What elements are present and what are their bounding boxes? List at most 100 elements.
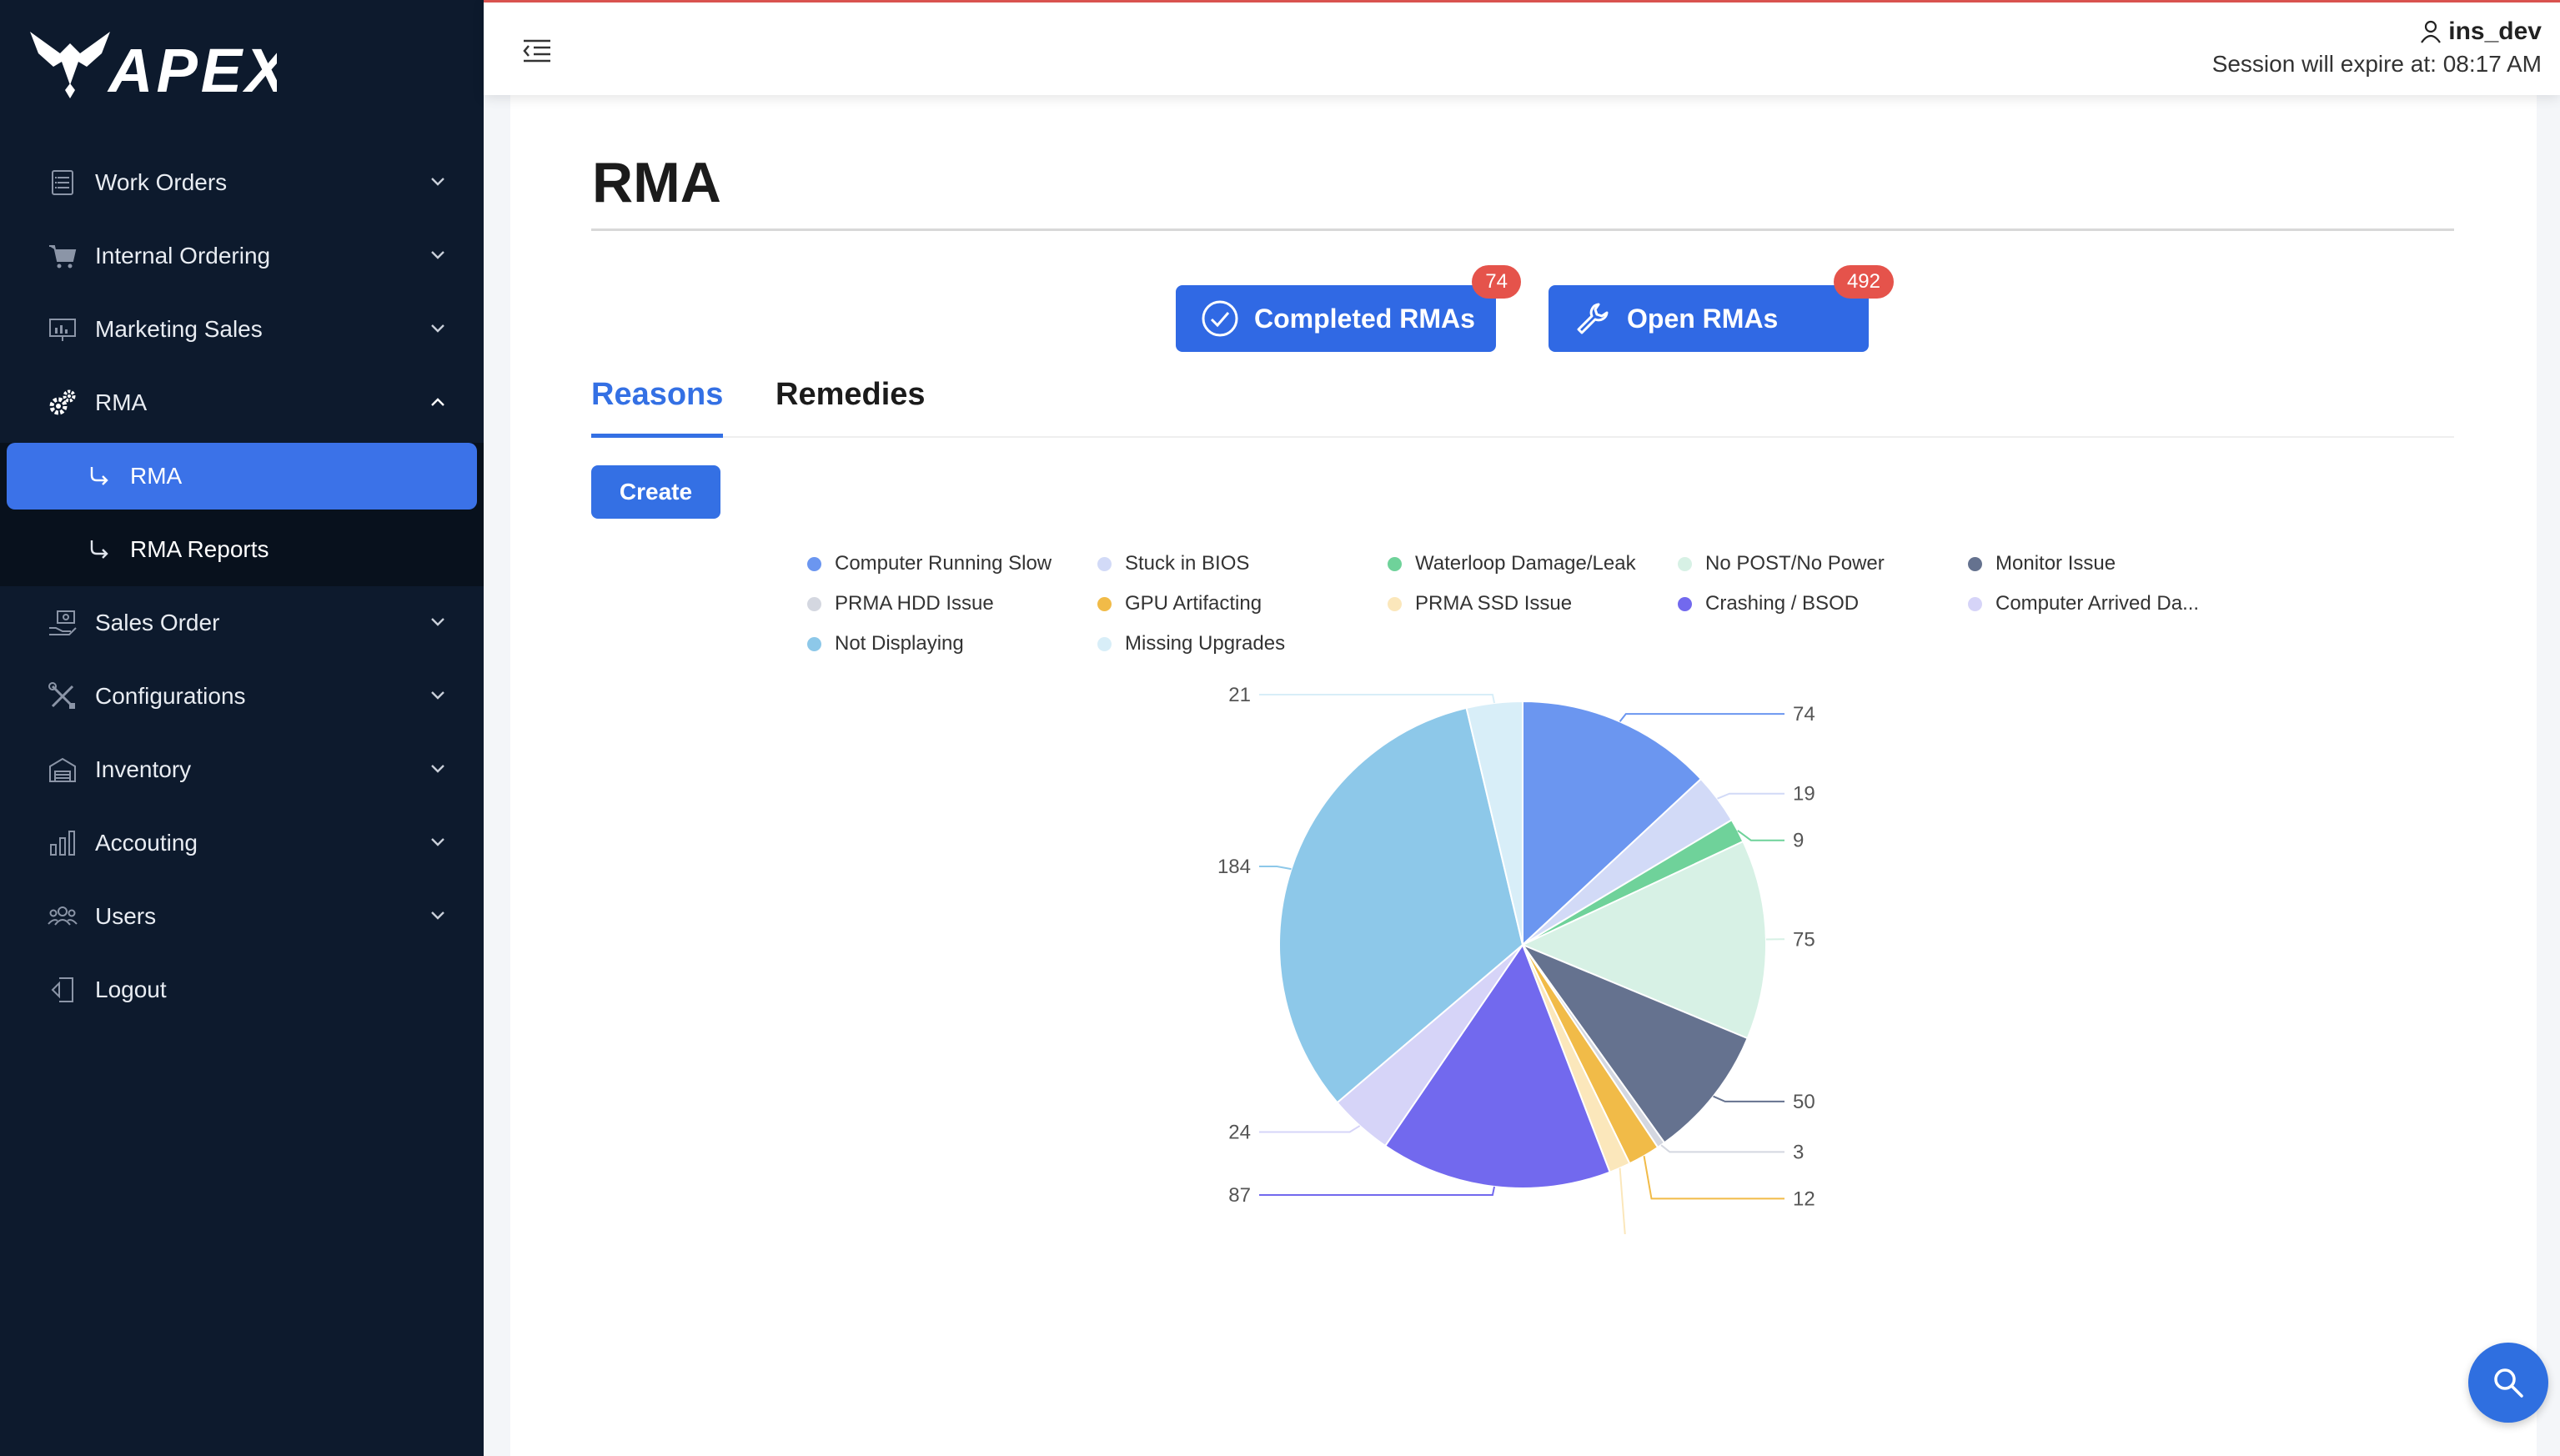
- tab-remedies[interactable]: Remedies: [776, 377, 926, 413]
- open-rmas-button[interactable]: Open RMAs 492: [1549, 265, 1894, 352]
- reasons-pie-chart: 7419975503128211842487: [1217, 684, 1815, 1234]
- open-rmas-label: Open RMAs: [1627, 303, 1779, 334]
- leader-line: [1643, 1155, 1784, 1200]
- legend-item[interactable]: Not Displaying: [807, 632, 964, 655]
- apex-logo[interactable]: APEX: [27, 25, 277, 117]
- leader-line: [1660, 1144, 1784, 1153]
- data-label: 75: [1793, 928, 1815, 951]
- legend-label: Not Displaying: [835, 632, 964, 655]
- sidebar-subitem-rma-reports[interactable]: RMA Reports: [0, 513, 484, 586]
- gears-icon: [47, 387, 78, 419]
- cart-icon: [47, 240, 78, 272]
- bar-chart-icon: [47, 827, 78, 859]
- legend-item[interactable]: PRMA SSD Issue: [1388, 592, 1572, 615]
- open-count-badge: 492: [1833, 265, 1894, 299]
- legend-item[interactable]: PRMA HDD Issue: [807, 592, 994, 615]
- chevron-down-icon: [431, 178, 444, 186]
- leader-line: [1619, 1167, 1626, 1234]
- sidebar: APEX Work Orders Internal Ordering Marke…: [0, 0, 484, 1456]
- sidebar-item-rma[interactable]: RMA: [0, 366, 484, 439]
- leader-line: [1717, 792, 1784, 800]
- user-icon: [2421, 20, 2442, 43]
- legend-label: Crashing / BSOD: [1705, 592, 1860, 615]
- legend-label: Computer Arrived Da...: [1995, 592, 2200, 615]
- legend-label: Waterloop Damage/Leak: [1415, 552, 1636, 575]
- data-label: 3: [1793, 1141, 1804, 1163]
- data-label: 184: [1217, 856, 1251, 878]
- user-info: ins_dev Session will expire at: 08:17 AM: [2212, 18, 2542, 78]
- sidebar-item-label: Users: [95, 903, 157, 929]
- tools-icon: [47, 680, 78, 712]
- create-button[interactable]: Create: [591, 465, 720, 519]
- users-icon: [47, 901, 78, 932]
- leader-line: [1737, 830, 1784, 841]
- sidebar-item-internal-ordering[interactable]: Internal Ordering: [0, 219, 484, 293]
- legend-item[interactable]: Computer Running Slow: [807, 552, 1052, 575]
- data-label: 50: [1793, 1091, 1815, 1113]
- data-label: 9: [1793, 830, 1804, 852]
- wrench-icon: [1577, 303, 1609, 334]
- legend-swatch: [1097, 556, 1112, 571]
- data-label: 24: [1228, 1122, 1251, 1144]
- sidebar-item-label: Inventory: [95, 756, 192, 782]
- sidebar-item-sales-order[interactable]: Sales Order: [0, 586, 484, 660]
- completed-rmas-label: Completed RMAs: [1254, 303, 1475, 334]
- warehouse-icon: [47, 754, 78, 786]
- leader-line: [1619, 713, 1784, 722]
- sidebar-item-label: Logout: [95, 977, 167, 1002]
- sub-arrow-icon: [90, 540, 108, 559]
- presentation-icon: [47, 314, 78, 345]
- legend-swatch: [807, 596, 821, 611]
- data-label: 21: [1228, 684, 1251, 706]
- chevron-down-icon: [431, 251, 444, 259]
- legend-swatch: [1968, 556, 1982, 571]
- legend-swatch: [1388, 556, 1402, 571]
- sidebar-item-configurations[interactable]: Configurations: [0, 660, 484, 733]
- legend-item[interactable]: Waterloop Damage/Leak: [1388, 552, 1636, 575]
- sidebar-item-work-orders[interactable]: Work Orders: [0, 146, 484, 219]
- sidebar-item-marketing-sales[interactable]: Marketing Sales: [0, 293, 484, 366]
- tab-reasons[interactable]: Reasons: [591, 377, 723, 413]
- tabs-divider: [591, 436, 2454, 438]
- sidebar-item-label: Work Orders: [95, 169, 228, 195]
- legend-item[interactable]: Computer Arrived Da...: [1968, 592, 2199, 615]
- sidebar-item-logout[interactable]: Logout: [0, 953, 484, 1027]
- chevron-up-icon: [431, 398, 444, 406]
- sidebar-item-users[interactable]: Users: [0, 880, 484, 953]
- top-bar: ins_dev Session will expire at: 08:17 AM: [484, 0, 2560, 95]
- sidebar-item-label: Configurations: [95, 683, 246, 709]
- legend-item[interactable]: Crashing / BSOD: [1678, 592, 1859, 615]
- page-title: RMA: [592, 151, 721, 214]
- leader-line: [1259, 1186, 1496, 1196]
- logout-icon: [47, 974, 78, 1006]
- legend-swatch: [1968, 596, 1982, 611]
- legend-swatch: [807, 636, 821, 651]
- sidebar-nav: Work Orders Internal Ordering Marketing …: [0, 146, 484, 1027]
- leader-line: [1259, 866, 1292, 871]
- username: ins_dev: [2448, 18, 2542, 45]
- legend-item[interactable]: No POST/No Power: [1678, 552, 1885, 575]
- sidebar-item-inventory[interactable]: Inventory: [0, 733, 484, 806]
- menu-collapse-icon[interactable]: [520, 34, 554, 68]
- data-label: 19: [1793, 783, 1815, 806]
- leader-line: [1713, 1095, 1784, 1102]
- legend-swatch: [807, 556, 821, 571]
- data-label: 74: [1793, 703, 1815, 725]
- sidebar-item-label: RMA: [95, 389, 148, 415]
- legend-label: GPU Artifacting: [1125, 592, 1262, 615]
- legend-label: Stuck in BIOS: [1125, 552, 1250, 575]
- legend-item[interactable]: GPU Artifacting: [1097, 592, 1262, 615]
- user-menu[interactable]: ins_dev: [2212, 18, 2542, 46]
- sidebar-subitem-rma[interactable]: RMA: [7, 443, 477, 510]
- legend-item[interactable]: Monitor Issue: [1968, 552, 2116, 575]
- legend-swatch: [1097, 636, 1112, 651]
- completed-rmas-button[interactable]: Completed RMAs 74: [1176, 265, 1521, 352]
- chevron-down-icon: [431, 911, 444, 920]
- sidebar-subitem-label: RMA Reports: [130, 536, 269, 562]
- legend-label: No POST/No Power: [1705, 552, 1885, 575]
- sidebar-item-accouting[interactable]: Accouting: [0, 806, 484, 880]
- search-fab-button[interactable]: [2468, 1343, 2548, 1423]
- sidebar-item-label: Sales Order: [95, 610, 220, 635]
- legend-item[interactable]: Missing Upgrades: [1097, 632, 1285, 655]
- legend-item[interactable]: Stuck in BIOS: [1097, 552, 1249, 575]
